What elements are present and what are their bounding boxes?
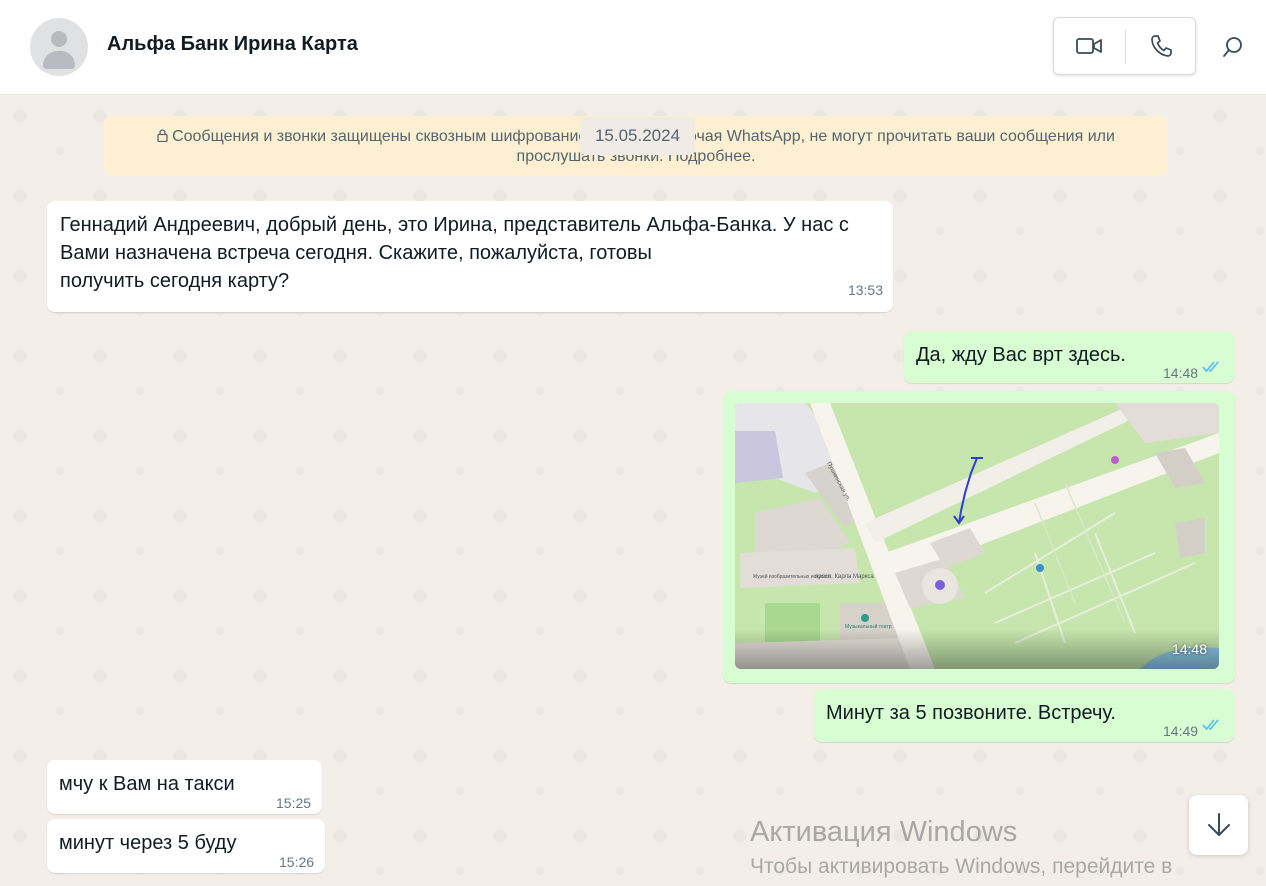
video-call-button[interactable] [1054, 18, 1124, 74]
search-button[interactable] [1216, 30, 1250, 64]
windows-activation-watermark-text: Чтобы активировать Windows, перейдите в [750, 855, 1173, 878]
scroll-to-bottom-button[interactable] [1189, 795, 1248, 855]
contact-name[interactable]: Альфа Банк Ирина Карта [107, 33, 358, 56]
message-image-bubble[interactable]: просп. Карла Маркса Пушкинская ул. Музык… [723, 391, 1235, 683]
map-image[interactable]: просп. Карла Маркса Пушкинская ул. Музык… [735, 403, 1219, 669]
message-time: 14:49 [1163, 723, 1199, 739]
map-poi-label: Музыкальный театр [845, 623, 892, 630]
avatar[interactable] [30, 18, 88, 76]
map-poi-label: Музей изобразительных искусств [753, 573, 831, 580]
message-text: Да, жду Вас врт здесь. [916, 344, 1126, 366]
lock-icon [157, 128, 168, 147]
avatar-head [51, 31, 67, 47]
message-time: 14:48 [1171, 641, 1207, 657]
message-text: минут через 5 буду [59, 832, 237, 854]
read-ticks-icon [1202, 719, 1219, 731]
map-graphic: просп. Карла Маркса Пушкинская ул. Музык… [735, 403, 1219, 669]
message-bubble-outgoing[interactable]: Да, жду Вас врт здесь. 14:48 [904, 331, 1234, 383]
message-bubble-outgoing[interactable]: Минут за 5 позвоните. Встречу. 14:49 [814, 689, 1234, 742]
voice-call-button[interactable] [1126, 18, 1196, 74]
message-text: мчу к Вам на такси [59, 773, 235, 795]
avatar-body [43, 51, 75, 69]
phone-icon [1151, 35, 1172, 57]
message-time: 14:48 [1163, 365, 1199, 381]
video-camera-icon [1076, 38, 1102, 54]
message-time: 15:26 [279, 854, 315, 870]
windows-activation-watermark-title: Активация Windows [750, 816, 1018, 848]
message-bubble-incoming[interactable]: мчу к Вам на такси 15:25 [47, 760, 322, 814]
read-ticks-icon [1202, 361, 1219, 373]
chat-header: Альфа Банк Ирина Карта [0, 0, 1266, 95]
message-time: 13:53 [847, 282, 883, 298]
date-pill: 15.05.2024 [580, 117, 695, 155]
chevron-down-icon [1207, 813, 1230, 836]
search-icon [1223, 37, 1242, 57]
call-buttons-group [1053, 17, 1196, 75]
message-time: 15:25 [276, 795, 312, 811]
message-bubble-incoming[interactable]: Геннадий Андреевич, добрый день, это Ири… [47, 201, 893, 312]
message-bubble-incoming[interactable]: минут через 5 буду 15:26 [47, 819, 325, 873]
message-text: Минут за 5 позвоните. Встречу. [826, 702, 1116, 724]
message-text: Геннадий Андреевич, добрый день, это Ири… [60, 214, 849, 292]
